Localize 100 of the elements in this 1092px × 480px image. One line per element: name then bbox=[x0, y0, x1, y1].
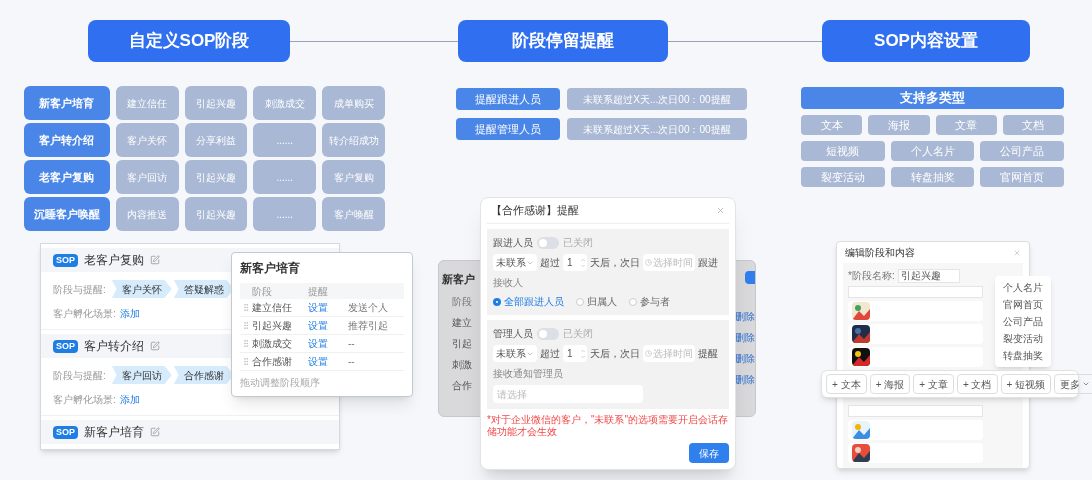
stage-chevron[interactable]: 客户关怀 bbox=[111, 280, 172, 298]
add-button[interactable]: + 海报 bbox=[869, 374, 911, 394]
text-input-field[interactable] bbox=[848, 405, 983, 417]
add-button[interactable]: + 文本 bbox=[826, 374, 867, 394]
section-heading: SOP内容设置 bbox=[822, 20, 1030, 62]
delete-link[interactable]: 删除 bbox=[735, 330, 755, 345]
sop-badge: SOP bbox=[53, 425, 78, 439]
table-cell-text: -- bbox=[348, 337, 355, 351]
section-heading: 阶段停留提醒 bbox=[458, 20, 668, 62]
stage-tag: ...... bbox=[253, 160, 317, 194]
decrement-icon[interactable] bbox=[580, 353, 586, 360]
condition-select[interactable]: 未联系 bbox=[493, 254, 537, 271]
field-label: 客户孵化场景: bbox=[53, 307, 116, 321]
field-label: 跟进 bbox=[698, 256, 718, 270]
clock-icon bbox=[645, 259, 652, 266]
table-cell-text: 推荐引起 bbox=[348, 319, 388, 333]
menu-item[interactable]: 转盘抽奖 bbox=[995, 347, 1051, 364]
stage-tag: 客户复购 bbox=[322, 160, 385, 194]
stage-tag: 转介绍成功 bbox=[322, 123, 385, 157]
popup-title: 新客户培育 bbox=[240, 260, 301, 277]
setting-link[interactable]: 设置 bbox=[308, 318, 348, 333]
more-button[interactable]: 更多 bbox=[1054, 374, 1092, 394]
stage-name-field[interactable]: 引起兴趣 bbox=[897, 268, 960, 283]
stage-tag: 客户回访 bbox=[115, 160, 179, 194]
delete-link[interactable]: 删除 bbox=[735, 351, 755, 366]
field-label: 接收通知管理员 bbox=[493, 367, 564, 381]
table-cell-text: 建立 bbox=[451, 315, 473, 330]
hint-text: 拖动调整阶段顺序 bbox=[240, 376, 321, 390]
warning-note: *对于企业微信的客户，"未联系"的选项需要开启会话存储功能才会生效 bbox=[487, 414, 729, 438]
days-input[interactable]: 1 bbox=[563, 345, 587, 362]
stage-tag: 建立信任 bbox=[115, 86, 179, 120]
stage-chevron[interactable]: 答疑解惑 bbox=[173, 280, 234, 298]
type-tag: 文档 bbox=[1002, 115, 1064, 135]
increment-icon[interactable] bbox=[580, 256, 586, 263]
section-heading: 自定义SOP阶段 bbox=[88, 20, 290, 62]
edit-icon[interactable] bbox=[150, 341, 160, 351]
decrement-icon[interactable] bbox=[580, 262, 586, 269]
increment-icon[interactable] bbox=[580, 347, 586, 354]
field-label: 客户孵化场景: bbox=[53, 393, 116, 407]
field-label: 天后，次日 bbox=[590, 347, 640, 361]
sop-badge: SOP bbox=[53, 339, 78, 353]
field-label: 天后，次日 bbox=[590, 256, 640, 270]
add-button[interactable]: + 文档 bbox=[956, 374, 998, 394]
caret-icon bbox=[1082, 380, 1091, 388]
days-input[interactable]: 1 bbox=[563, 254, 587, 271]
radio-option[interactable]: 参与者 bbox=[629, 294, 670, 309]
stage-tag: 内容推送 bbox=[115, 197, 179, 231]
table-cell-text: 引起 bbox=[451, 336, 473, 351]
delete-link[interactable]: 删除 bbox=[735, 309, 755, 324]
toggle-state: 已关闭 bbox=[563, 236, 593, 250]
menu-item[interactable]: 个人名片 bbox=[995, 279, 1051, 296]
edit-icon[interactable] bbox=[150, 427, 160, 437]
clock-icon bbox=[645, 350, 652, 357]
field-label: 跟进人员 bbox=[493, 236, 533, 250]
stage-tag: 引起兴趣 bbox=[184, 160, 248, 194]
close-icon[interactable] bbox=[1013, 248, 1021, 257]
radio-option[interactable]: 全部跟进人员 bbox=[493, 294, 564, 309]
condition-select[interactable]: 未联系 bbox=[493, 345, 537, 362]
radio-option[interactable]: 归属人 bbox=[576, 294, 617, 309]
edit-icon[interactable] bbox=[150, 255, 160, 265]
setting-link[interactable]: 设置 bbox=[308, 354, 348, 369]
table-cell-text: 发送个人 bbox=[348, 301, 388, 315]
save-button[interactable]: 保存 bbox=[689, 443, 729, 463]
sop-name-tag: 新客户培育 bbox=[24, 86, 110, 120]
add-link[interactable]: 添加 bbox=[119, 392, 140, 407]
sop-name-tag: 沉睡客户唤醒 bbox=[24, 197, 110, 231]
stage-chevron[interactable]: 客户回访 bbox=[111, 366, 172, 384]
sop-title: 老客户复购 bbox=[84, 252, 144, 269]
field-label: 超过 bbox=[540, 256, 560, 270]
toggle-switch[interactable] bbox=[537, 236, 559, 249]
table-cell-text: 刺激 bbox=[451, 357, 473, 372]
setting-link[interactable]: 设置 bbox=[308, 300, 348, 315]
table-cell-text: 建立信任 bbox=[252, 301, 293, 315]
toggle-switch[interactable] bbox=[537, 327, 559, 340]
type-tag: 转盘抽奖 bbox=[890, 167, 975, 187]
type-tag: 公司产品 bbox=[980, 141, 1064, 161]
add-button[interactable] bbox=[745, 271, 755, 284]
close-icon[interactable] bbox=[716, 206, 725, 215]
table-cell-text: 合作感谢 bbox=[252, 355, 293, 369]
type-tag: 个人名片 bbox=[890, 141, 975, 161]
table-cell-text: 刺激成交 bbox=[252, 337, 293, 351]
stage-tag: 引起兴趣 bbox=[184, 197, 248, 231]
field-label: 超过 bbox=[540, 347, 560, 361]
stage-chevron[interactable]: 合作感谢 bbox=[173, 366, 234, 384]
menu-item[interactable]: 官网首页 bbox=[995, 296, 1051, 313]
text-input-field[interactable] bbox=[848, 286, 983, 298]
stage-tag: 分享利益 bbox=[184, 123, 248, 157]
menu-item[interactable]: 公司产品 bbox=[995, 313, 1051, 330]
menu-item[interactable]: 裂变活动 bbox=[995, 330, 1051, 347]
column-header: 阶段 bbox=[451, 294, 473, 309]
type-tag: 短视频 bbox=[801, 141, 885, 161]
add-link[interactable]: 添加 bbox=[119, 306, 140, 321]
panel-title: 编辑阶段和内容 bbox=[845, 246, 915, 260]
field-label: 阶段与提醒: bbox=[53, 368, 106, 383]
add-button[interactable]: + 文章 bbox=[913, 374, 954, 394]
delete-link[interactable]: 删除 bbox=[735, 372, 755, 387]
add-button[interactable]: + 短视频 bbox=[1000, 374, 1052, 394]
section-heading: 支持多类型 bbox=[801, 87, 1064, 109]
field-label: 阶段与提醒: bbox=[53, 282, 106, 297]
setting-link[interactable]: 设置 bbox=[308, 336, 348, 351]
